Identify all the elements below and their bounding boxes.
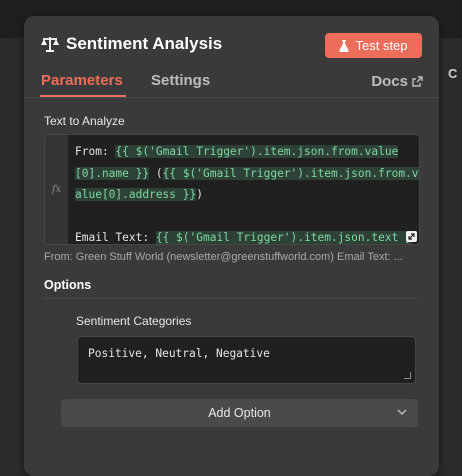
expression-preview: From: Green Stuff World (newsletter@gree…: [44, 251, 403, 263]
tab-parameters[interactable]: Parameters: [40, 72, 126, 97]
code-line: Email Text: {{ $('Gmail Trigger').item.j…: [75, 231, 412, 244]
code-line: alue[0].address }}): [75, 188, 203, 201]
node-title: Sentiment Analysis: [66, 34, 223, 53]
test-step-label: Test step: [355, 38, 408, 53]
add-option-button[interactable]: Add Option: [61, 399, 418, 427]
panel-header: Sentiment Analysis Test step: [24, 16, 439, 74]
node-settings-panel: Sentiment Analysis Test step Parameters …: [24, 16, 439, 476]
test-step-button[interactable]: Test step: [325, 33, 422, 58]
code-line: From: {{ $('Gmail Trigger').item.json.fr…: [75, 145, 399, 158]
resize-handle-icon[interactable]: [404, 372, 411, 379]
chevron-down-icon: [397, 409, 407, 415]
text-to-analyze-label: Text to Analyze: [44, 114, 125, 128]
tab-bar: Parameters Settings Docs: [24, 70, 439, 98]
expand-icon[interactable]: [406, 231, 417, 242]
text-to-analyze-editor[interactable]: fx From: {{ $('Gmail Trigger').item.json…: [44, 134, 420, 245]
options-heading: Options: [44, 278, 92, 292]
sentiment-categories-label: Sentiment Categories: [76, 314, 192, 328]
sentiment-categories-input[interactable]: Positive, Neutral, Negative: [77, 336, 416, 384]
docs-label: Docs: [371, 73, 408, 90]
tab-settings[interactable]: Settings: [151, 72, 210, 89]
background-canvas-text: C: [448, 66, 458, 81]
external-link-icon: [412, 76, 423, 87]
fx-badge: fx: [45, 135, 68, 244]
docs-link[interactable]: Docs: [371, 73, 423, 90]
scale-icon: [41, 37, 59, 52]
divider: [44, 298, 418, 299]
code-line: [0].name }} ({{ $('Gmail Trigger').item.…: [75, 166, 419, 180]
flask-icon: [339, 39, 350, 52]
expression-code: From: {{ $('Gmail Trigger').item.json.fr…: [75, 141, 419, 244]
sentiment-categories-value: Positive, Neutral, Negative: [88, 347, 270, 360]
add-option-label: Add Option: [208, 406, 271, 420]
